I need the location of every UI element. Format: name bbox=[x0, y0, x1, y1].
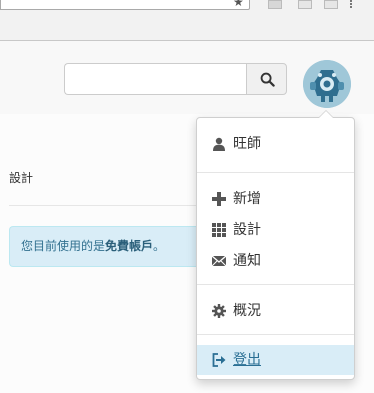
search-button[interactable] bbox=[246, 63, 287, 95]
design-label: 設計 bbox=[9, 171, 34, 185]
bookmark-star-icon[interactable]: ★ bbox=[233, 0, 244, 9]
menu-item-user[interactable]: 旺師 bbox=[197, 129, 354, 159]
menu-item-label: 概況 bbox=[233, 303, 261, 319]
menu-divider bbox=[197, 334, 354, 335]
extension-icon[interactable] bbox=[324, 0, 338, 9]
alert-suffix: 。 bbox=[153, 239, 166, 253]
avatar[interactable] bbox=[303, 60, 351, 108]
menu-item-label: 新增 bbox=[233, 191, 261, 207]
menu-divider bbox=[197, 284, 354, 285]
menu-item-notify[interactable]: 通知 bbox=[197, 246, 354, 276]
extension-icon[interactable] bbox=[298, 0, 312, 9]
extension-icon[interactable] bbox=[268, 0, 282, 9]
alert-emphasis: 免費帳戶 bbox=[105, 239, 154, 253]
alert-text: 您目前使用的是 bbox=[21, 239, 106, 253]
gear-icon bbox=[212, 304, 226, 318]
divider bbox=[9, 205, 197, 206]
menu-item-design[interactable]: 設計 bbox=[197, 215, 354, 245]
logout-icon bbox=[212, 353, 226, 367]
menu-item-label: 登出 bbox=[233, 352, 261, 368]
account-alert: 您目前使用的是免費帳戶。 bbox=[9, 226, 199, 267]
address-bar[interactable] bbox=[0, 0, 250, 10]
plus-icon bbox=[212, 192, 226, 206]
menu-item-logout[interactable]: 登出 bbox=[197, 345, 354, 375]
menu-item-label: 設計 bbox=[233, 222, 261, 238]
envelope-icon bbox=[212, 255, 226, 267]
browser-toolbar: ★ bbox=[0, 0, 374, 41]
menu-item-overview[interactable]: 概況 bbox=[197, 296, 354, 326]
robot-avatar-icon bbox=[303, 60, 351, 108]
menu-item-label: 通知 bbox=[233, 253, 261, 269]
menu-divider bbox=[197, 172, 354, 173]
browser-menu-icon[interactable] bbox=[350, 0, 355, 8]
menu-item-new[interactable]: 新增 bbox=[197, 184, 354, 214]
search-input[interactable] bbox=[64, 63, 246, 95]
menu-item-label: 旺師 bbox=[233, 136, 261, 152]
user-icon bbox=[213, 137, 225, 151]
search-icon bbox=[260, 72, 275, 87]
grid-icon bbox=[212, 223, 226, 237]
user-dropdown-menu: 旺師 新增 設計 通知 概況 登出 bbox=[196, 110, 355, 380]
